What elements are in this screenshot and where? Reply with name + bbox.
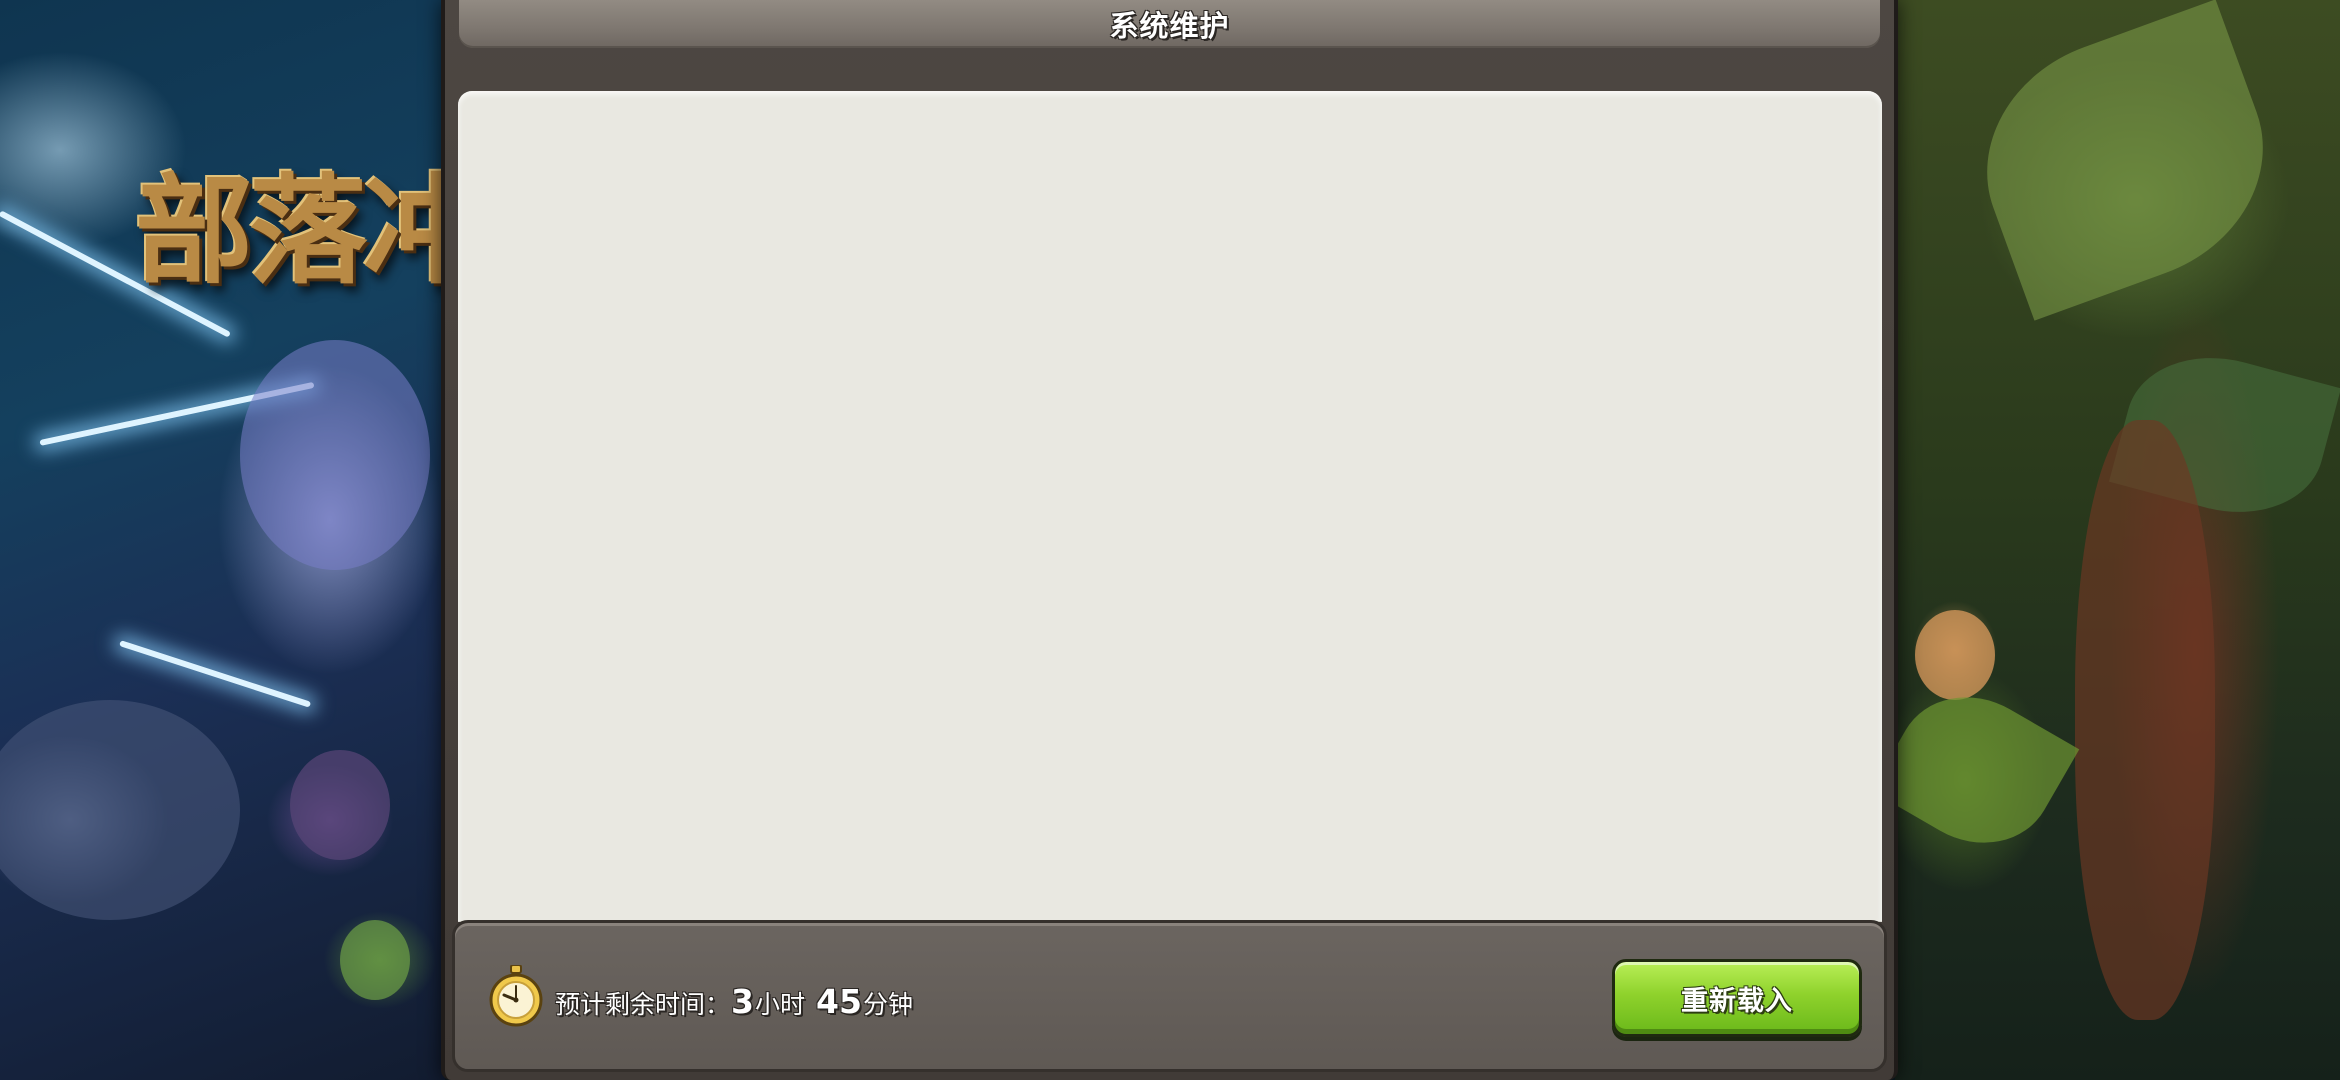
game-logo: 部落冲 bbox=[135, 161, 445, 300]
goblin-silhouette bbox=[340, 920, 410, 1000]
hours-unit: 小时 bbox=[754, 990, 805, 1019]
remaining-time: 预计剩余时间： 3 小时 45 分钟 bbox=[555, 982, 913, 1021]
message-panel bbox=[458, 91, 1882, 922]
stopwatch-icon bbox=[489, 965, 543, 1027]
reload-button[interactable]: 重新载入 bbox=[1612, 959, 1862, 1037]
jungle-leaf bbox=[1895, 669, 2080, 871]
barbarian-silhouette bbox=[1915, 610, 1995, 700]
remaining-time-label: 预计剩余时间： bbox=[555, 990, 731, 1019]
stone-golem-silhouette bbox=[0, 700, 240, 920]
jungle-leaf bbox=[1952, 0, 2298, 321]
pekka-silhouette bbox=[290, 750, 390, 860]
lightning-bolt bbox=[119, 640, 312, 708]
dragon-silhouette bbox=[240, 340, 430, 570]
dialog-title: 系统维护 bbox=[1109, 9, 1230, 43]
tree-trunk bbox=[2075, 420, 2215, 1020]
minutes-value: 45 bbox=[816, 982, 862, 1021]
background-art-right bbox=[1895, 0, 2340, 1080]
minutes-unit: 分钟 bbox=[862, 990, 913, 1019]
hours-value: 3 bbox=[731, 982, 754, 1021]
dialog-title-bar: 系统维护 bbox=[459, 0, 1880, 48]
maintenance-dialog: 系统维护 预计剩余时间： 3 小时 45 分钟 重新载入 bbox=[441, 0, 1898, 1080]
dialog-footer: 预计剩余时间： 3 小时 45 分钟 重新载入 bbox=[452, 920, 1887, 1072]
reload-button-label: 重新载入 bbox=[1681, 985, 1793, 1017]
background-art-left: 部落冲 bbox=[0, 0, 445, 1080]
